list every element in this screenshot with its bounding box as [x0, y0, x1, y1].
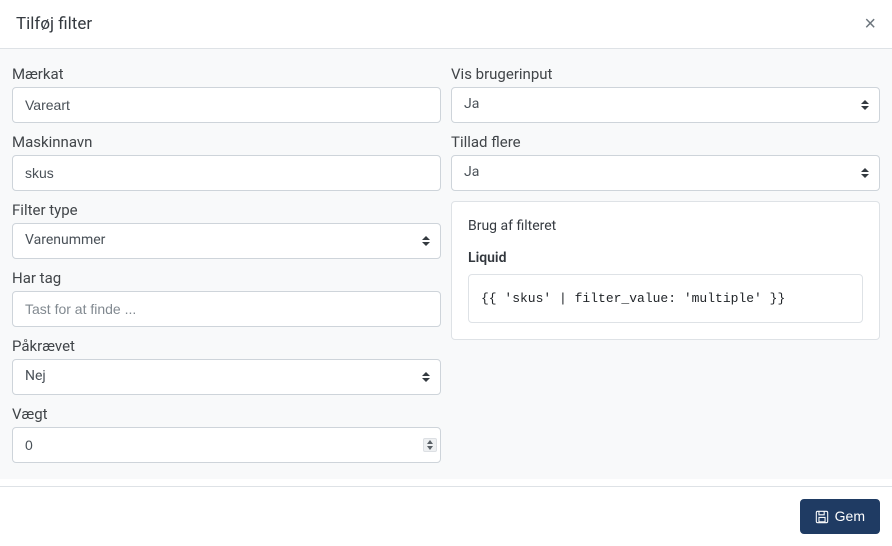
label-maerkat: Mærkat	[12, 65, 441, 83]
modal-footer: Gem	[0, 486, 892, 546]
select-tillad-flere[interactable]: Ja	[451, 155, 880, 191]
input-vaegt[interactable]	[12, 427, 441, 463]
input-maerkat[interactable]	[12, 87, 441, 123]
usage-heading: Brug af filteret	[468, 218, 863, 234]
select-paakraevet[interactable]: Nej	[12, 359, 441, 395]
field-has-tag: Har tag	[12, 269, 441, 327]
select-vis-brugerinput[interactable]: Ja	[451, 87, 880, 123]
input-har-tag[interactable]	[12, 291, 441, 327]
chevron-down-icon	[427, 446, 433, 450]
liquid-label: Liquid	[468, 250, 863, 266]
label-vis-brugerinput: Vis brugerinput	[451, 65, 880, 83]
input-maskinnavn[interactable]	[12, 155, 441, 191]
modal-body: Mærkat Maskinnavn Filter type Varenummer…	[0, 49, 892, 479]
filter-usage-card: Brug af filteret Liquid {{ 'skus' | filt…	[451, 201, 880, 340]
label-har-tag: Har tag	[12, 269, 441, 287]
field-filter-type: Filter type Varenummer	[12, 201, 441, 259]
field-label: Mærkat	[12, 65, 441, 123]
left-column: Mærkat Maskinnavn Filter type Varenummer…	[12, 65, 441, 463]
field-machine-name: Maskinnavn	[12, 133, 441, 191]
field-show-user-input: Vis brugerinput Ja	[451, 65, 880, 123]
number-stepper[interactable]	[423, 438, 437, 452]
modal-header: Tilføj filter ×	[0, 0, 892, 49]
save-button[interactable]: Gem	[800, 499, 880, 534]
field-required: Påkrævet Nej	[12, 337, 441, 395]
chevron-up-icon	[427, 440, 433, 444]
label-paakraevet: Påkrævet	[12, 337, 441, 355]
close-button[interactable]: ×	[864, 14, 876, 34]
right-column: Vis brugerinput Ja Tillad flere Ja Brug …	[451, 65, 880, 463]
liquid-code: {{ 'skus' | filter_value: 'multiple' }}	[468, 274, 863, 323]
label-maskinnavn: Maskinnavn	[12, 133, 441, 151]
label-filter-type: Filter type	[12, 201, 441, 219]
field-weight: Vægt	[12, 405, 441, 463]
modal-title: Tilføj filter	[16, 14, 92, 34]
field-allow-multiple: Tillad flere Ja	[451, 133, 880, 191]
save-button-label: Gem	[835, 506, 865, 527]
close-icon: ×	[864, 13, 876, 35]
select-filter-type[interactable]: Varenummer	[12, 223, 441, 259]
label-vaegt: Vægt	[12, 405, 441, 423]
save-icon	[815, 510, 829, 524]
label-tillad-flere: Tillad flere	[451, 133, 880, 151]
